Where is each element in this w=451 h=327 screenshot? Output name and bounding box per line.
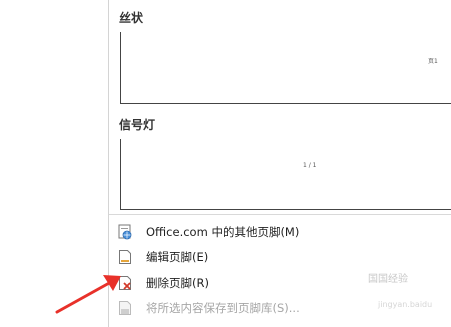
- gallery-section-title: 信号灯: [119, 118, 156, 132]
- document-background: [0, 0, 108, 327]
- more-footers-office-item[interactable]: Office.com 中的其他页脚(M): [109, 220, 451, 244]
- footer-preview-text: 页1: [428, 58, 438, 65]
- gallery-section-title: 丝状: [119, 11, 144, 25]
- menu-item-label: 编辑页脚(E): [146, 250, 209, 264]
- watermark-sub: jingyan.baidu: [378, 300, 433, 309]
- footer-preview-text: 1 / 1: [303, 162, 317, 169]
- menu-item-label: Office.com 中的其他页脚(M): [146, 225, 300, 239]
- edit-footer-icon: [118, 249, 132, 265]
- footer-preview-signal[interactable]: 1 / 1: [120, 139, 451, 210]
- footer-preview-silk[interactable]: 页1: [120, 32, 451, 104]
- remove-footer-icon: [118, 275, 132, 291]
- watermark: 国国经验: [368, 274, 408, 285]
- edit-footer-item[interactable]: 编辑页脚(E): [109, 245, 451, 269]
- office-web-icon: [118, 224, 132, 240]
- menu-separator: [109, 214, 451, 215]
- footer-gallery: 丝状 页1 信号灯 1 / 1: [109, 0, 451, 213]
- menu-item-label: 将所选内容保存到页脚库(S)...: [146, 301, 300, 315]
- save-selection-icon: [118, 300, 132, 316]
- menu-item-label: 删除页脚(R): [146, 276, 209, 290]
